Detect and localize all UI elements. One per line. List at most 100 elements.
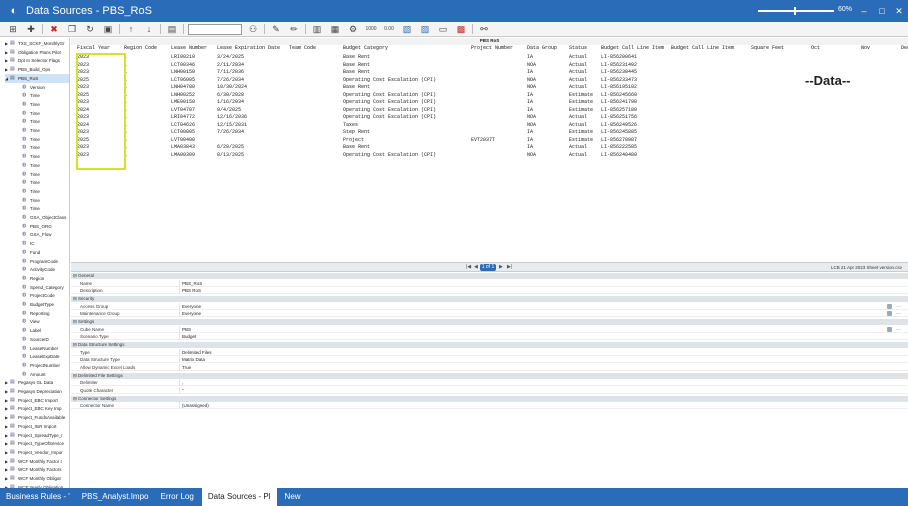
grid-cell[interactable]: Project [343, 137, 471, 144]
grid-cell[interactable]: 2025 [77, 92, 124, 99]
property-value[interactable]: PBS_RoS [182, 280, 202, 287]
binoculars-icon[interactable]: ⚇ [246, 23, 260, 35]
grid-cell[interactable]: 9/4/2025 [217, 107, 289, 114]
zoom-slider[interactable] [758, 10, 834, 12]
property-value[interactable]: Everyone [182, 303, 201, 310]
grid-cell[interactable]: IA [527, 99, 569, 106]
grid-cell[interactable]: Estimate [569, 92, 601, 99]
grid-column-header[interactable]: Budget Call Line Item [671, 45, 751, 52]
grid-column-header[interactable]: Team Code [289, 45, 343, 52]
grid-cell[interactable]: LI-856222585 [601, 144, 671, 151]
grid-column-header[interactable]: Square Feet [751, 45, 811, 52]
tree-item[interactable]: ▶ ▤ Project_EBC Import [5, 396, 69, 405]
grid-cell[interactable]: NOA [527, 114, 569, 121]
property-row[interactable]: Quote Character " [71, 386, 908, 394]
grid-cell[interactable]: 1 [124, 84, 171, 91]
property-more-icon[interactable]: … [896, 303, 901, 310]
property-value[interactable]: Everyone [182, 310, 201, 317]
property-section-header[interactable]: ⊟ Connector Settings [71, 395, 908, 402]
tree-item[interactable]: ◍ Time [22, 117, 69, 126]
grid-cell[interactable]: EVT2037T [471, 137, 527, 144]
grid-cell[interactable]: IA [527, 69, 569, 76]
grid-cell[interactable]: LME00150 [171, 99, 217, 106]
copy-icon[interactable]: ❐ [65, 23, 79, 35]
property-check-icon[interactable] [887, 303, 892, 309]
tree-item[interactable]: ◍ Region [22, 274, 69, 283]
grid-cell[interactable]: 1 [124, 92, 171, 99]
property-check-icon[interactable] [887, 326, 892, 332]
tree-item[interactable]: ▶ ▤ WCF Monthly Obligat [5, 474, 69, 483]
grid-cell[interactable]: NOA [527, 62, 569, 69]
property-section-header[interactable]: ⊟ Settings [71, 319, 908, 325]
property-value[interactable]: Budget [182, 333, 196, 340]
grid-cell[interactable]: 2023 [77, 144, 124, 151]
bottom-tab[interactable]: Data Sources - Pl [201, 488, 277, 506]
grid-cell[interactable]: 2023 [77, 114, 124, 121]
grid-cell[interactable]: LVT00400 [171, 137, 217, 144]
grid-cell[interactable]: Step Rent [343, 129, 471, 136]
toolbar-search-input[interactable] [188, 23, 242, 35]
grid-cell[interactable]: 1 [124, 129, 171, 136]
grid-cell[interactable]: LI-856241798 [601, 99, 671, 106]
tree-item[interactable]: ◍ ProjectNumber [22, 361, 69, 370]
grid-cell[interactable]: Actual [569, 114, 601, 121]
grid-cell[interactable]: Actual [569, 84, 601, 91]
tree-item[interactable]: ▶ ▤ Project_Vendor_Impor [5, 448, 69, 457]
grid-cell[interactable]: 8/13/2025 [217, 152, 289, 159]
tree-item[interactable]: ◍ ProjectCode [22, 291, 69, 300]
tree-item[interactable]: ◍ Time [22, 187, 69, 196]
last-page-icon[interactable]: ▶| [507, 264, 512, 271]
down-arrow-icon[interactable]: ↓ [142, 23, 156, 35]
property-row[interactable]: Delimiter, [71, 379, 908, 386]
property-row[interactable]: Cube Name PBS… [71, 325, 908, 333]
grid-cell[interactable]: 6/30/2028 [217, 92, 289, 99]
up-arrow-icon[interactable]: ↑ [124, 23, 138, 35]
edit-icon[interactable]: ✎ [269, 23, 283, 35]
grid-cell[interactable]: Actual [569, 144, 601, 151]
tree-icon[interactable]: ⊞ [6, 23, 20, 35]
refresh-icon[interactable]: ↻ [83, 23, 97, 35]
chart-icon[interactable]: ▥ [310, 23, 324, 35]
tree-item[interactable]: ▶ ▤ Project_TypeOfService [5, 439, 69, 448]
tree-item[interactable]: ◍ View [22, 317, 69, 326]
settings-icon[interactable]: ⚙ [346, 23, 360, 35]
grid-cell[interactable]: 2023 [77, 152, 124, 159]
property-row[interactable]: Type Delimited Files [71, 348, 908, 356]
grid-cell[interactable]: IA [527, 129, 569, 136]
grid-cell[interactable]: Base Rent [343, 84, 471, 91]
cols-icon[interactable]: ▧ [400, 23, 414, 35]
tree-item[interactable]: ▶ ▤ WCF Monthly Factor I [5, 457, 69, 466]
grid-column-header[interactable]: Budget Category [343, 45, 471, 52]
property-row[interactable]: Description PBS RoS [71, 287, 908, 294]
minimize-icon[interactable]: – [858, 5, 870, 17]
tree-item[interactable]: ▶ ▤ Pegasys GL Data [5, 378, 69, 387]
property-row[interactable]: Maintenance Group Everyone… [71, 310, 908, 317]
tree-item[interactable]: ◍ Version [22, 83, 69, 92]
property-row[interactable]: Access Group Everyone… [71, 302, 908, 310]
grid-cell[interactable]: LCT00346 [171, 62, 217, 69]
grid-icon[interactable]: ▦ [328, 23, 342, 35]
grid-cell[interactable]: IA [527, 137, 569, 144]
grid-cell[interactable]: IA [527, 54, 569, 61]
tree-item[interactable]: ◍ BudgetType [22, 300, 69, 309]
save-icon[interactable]: ▣ [101, 23, 115, 35]
tree-item[interactable]: ◍ Time [22, 204, 69, 213]
export-icon[interactable]: ▩ [454, 23, 468, 35]
property-value[interactable]: True [182, 364, 191, 371]
grid-cell[interactable]: LRI00210 [171, 54, 217, 61]
tree-item[interactable]: ◍ Time [22, 178, 69, 187]
grid-cell[interactable]: LMA03843 [171, 144, 217, 151]
grid-cell[interactable]: LNH00252 [171, 92, 217, 99]
connect-icon[interactable]: ⚯ [477, 23, 491, 35]
grid-cell[interactable]: 1 [124, 77, 171, 84]
form-icon[interactable]: ▭ [436, 23, 450, 35]
bottom-tab[interactable]: Error Log [154, 488, 199, 506]
delete-icon[interactable]: ✖ [47, 23, 61, 35]
tree-item[interactable]: ◍ Label [22, 326, 69, 335]
grid-cell[interactable]: LI-856240489 [601, 152, 671, 159]
grid-cell[interactable]: Estimate [569, 99, 601, 106]
grid-cell[interactable]: Taxes [343, 122, 471, 129]
grid-cell[interactable]: Actual [569, 69, 601, 76]
grid-cell[interactable]: 12/16/2036 [217, 114, 289, 121]
grid-cell[interactable]: 1 [124, 69, 171, 76]
